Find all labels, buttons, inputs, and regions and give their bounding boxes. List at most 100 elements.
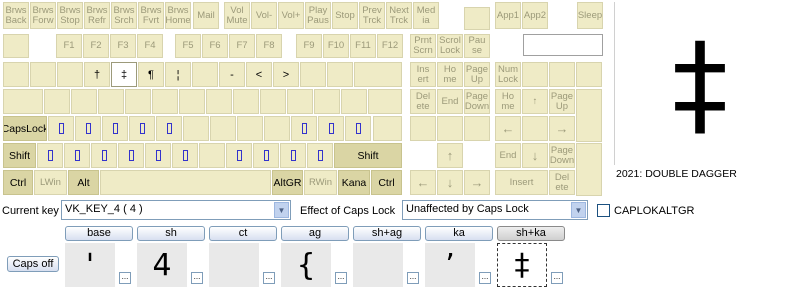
media-key[interactable]: Mail bbox=[193, 2, 219, 29]
num-lock-key[interactable]: Num Lock bbox=[495, 62, 521, 87]
letter-key[interactable] bbox=[102, 116, 128, 141]
edit-char-button[interactable]: ... bbox=[119, 272, 131, 284]
nav-top-key[interactable]: Pau se bbox=[464, 34, 490, 58]
character-cell[interactable] bbox=[209, 243, 259, 287]
kana-key[interactable]: Kana bbox=[338, 170, 370, 195]
altgr-key[interactable]: AltGR bbox=[272, 170, 303, 195]
numpad-key[interactable]: ↑ bbox=[522, 89, 548, 114]
numpad-5-key[interactable] bbox=[522, 116, 548, 141]
function-key-f7[interactable]: F7 bbox=[229, 34, 255, 58]
letter-key[interactable] bbox=[280, 143, 306, 168]
letter-key[interactable] bbox=[183, 116, 209, 141]
function-key-f5[interactable]: F5 bbox=[175, 34, 201, 58]
letter-key[interactable] bbox=[125, 89, 151, 114]
edit-char-button[interactable]: ... bbox=[335, 272, 347, 284]
letter-key[interactable] bbox=[237, 116, 263, 141]
letter-key[interactable] bbox=[233, 89, 259, 114]
numpad-low-key[interactable]: End bbox=[495, 143, 521, 168]
letter-key[interactable] bbox=[341, 89, 367, 114]
number-row-key[interactable]: † bbox=[84, 62, 110, 87]
character-cell[interactable]: { bbox=[281, 243, 331, 287]
nav-low-key[interactable]: End bbox=[437, 89, 463, 114]
nav-top-key[interactable]: Scrol Lock bbox=[437, 34, 463, 58]
caps-off-button[interactable]: Caps off bbox=[7, 256, 59, 272]
letter-key[interactable] bbox=[314, 89, 340, 114]
down-arrow-key[interactable]: ↓ bbox=[437, 170, 463, 195]
numpad-low-key[interactable]: Page Down bbox=[549, 143, 575, 168]
media-key[interactable]: Brws Srch bbox=[111, 2, 137, 29]
numpad-key[interactable] bbox=[576, 62, 602, 87]
left-win-key[interactable]: LWin bbox=[34, 170, 67, 195]
nav-mid-key[interactable]: Ins ert bbox=[410, 62, 436, 87]
enter-key[interactable] bbox=[368, 89, 402, 114]
letter-key[interactable] bbox=[199, 143, 225, 168]
caplokaltgr-checkbox[interactable] bbox=[597, 204, 610, 217]
caps-effect-select[interactable]: Unaffected by Caps Lock ▼ bbox=[402, 200, 588, 220]
numpad-key[interactable] bbox=[522, 62, 548, 87]
media-key[interactable]: Brws Fvrt bbox=[138, 2, 164, 29]
app2-key[interactable]: App2 bbox=[522, 2, 548, 29]
media-key[interactable]: Brws Forw bbox=[30, 2, 56, 29]
right-shift-key[interactable]: Shift bbox=[334, 143, 402, 168]
function-key-f8[interactable]: F8 bbox=[256, 34, 282, 58]
letter-key[interactable] bbox=[71, 89, 97, 114]
number-row-key[interactable]: ¦ bbox=[165, 62, 191, 87]
number-row-key[interactable]: ¶ bbox=[138, 62, 164, 87]
letter-key[interactable] bbox=[75, 116, 101, 141]
edit-char-button[interactable]: ... bbox=[263, 272, 275, 284]
blank-key[interactable] bbox=[437, 116, 463, 141]
right-arrow-key[interactable]: → bbox=[464, 170, 490, 195]
media-key[interactable]: Stop bbox=[332, 2, 358, 29]
left-ctrl-key[interactable]: Ctrl bbox=[3, 170, 33, 195]
letter-key[interactable] bbox=[91, 143, 117, 168]
backspace-key[interactable] bbox=[354, 62, 402, 87]
tab-sh-ag[interactable]: sh+ag bbox=[353, 226, 421, 241]
letter-key[interactable] bbox=[260, 89, 286, 114]
media-key[interactable]: Vol+ bbox=[278, 2, 304, 29]
nav-mid-key[interactable]: Ho me bbox=[437, 62, 463, 87]
letter-key[interactable] bbox=[253, 143, 279, 168]
letter-key[interactable] bbox=[318, 116, 344, 141]
media-key[interactable]: Next Trck bbox=[386, 2, 412, 29]
letter-key[interactable] bbox=[37, 143, 63, 168]
numpad-arrow-key[interactable]: ← bbox=[495, 116, 521, 141]
function-key-f10[interactable]: F10 bbox=[323, 34, 349, 58]
letter-key[interactable] bbox=[48, 116, 74, 141]
function-key-f6[interactable]: F6 bbox=[202, 34, 228, 58]
delete-key[interactable]: Del ete bbox=[549, 170, 575, 195]
media-key[interactable]: Brws Stop bbox=[57, 2, 83, 29]
edit-char-button[interactable]: ... bbox=[479, 272, 491, 284]
caps-lock-key[interactable]: CapsLock bbox=[3, 116, 47, 141]
sleep-key[interactable]: Sleep bbox=[577, 2, 603, 29]
numpad-plus-key[interactable] bbox=[576, 89, 602, 142]
number-row-key[interactable] bbox=[30, 62, 56, 87]
number-row-key[interactable] bbox=[3, 62, 29, 87]
media-key[interactable]: Brws Back bbox=[3, 2, 29, 29]
media-key[interactable]: Vol- bbox=[251, 2, 277, 29]
letter-key[interactable] bbox=[44, 89, 70, 114]
alt-key[interactable]: Alt bbox=[68, 170, 99, 195]
letter-key[interactable] bbox=[179, 89, 205, 114]
function-key-f12[interactable]: F12 bbox=[377, 34, 403, 58]
letter-key[interactable] bbox=[287, 89, 313, 114]
tab-sh[interactable]: sh bbox=[137, 226, 205, 241]
nav-low-key[interactable]: Page Down bbox=[464, 89, 490, 114]
function-key-f9[interactable]: F9 bbox=[296, 34, 322, 58]
letter-key[interactable] bbox=[210, 116, 236, 141]
number-row-key[interactable] bbox=[327, 62, 353, 87]
letter-key[interactable] bbox=[152, 89, 178, 114]
letter-key[interactable] bbox=[64, 143, 90, 168]
up-arrow-key[interactable]: ↑ bbox=[437, 143, 463, 168]
character-cell[interactable]: ʼ bbox=[425, 243, 475, 287]
media-key[interactable]: Med ia bbox=[413, 2, 439, 29]
letter-key[interactable] bbox=[145, 143, 171, 168]
enter-key-lower[interactable] bbox=[373, 116, 402, 141]
number-row-key[interactable]: > bbox=[273, 62, 299, 87]
left-arrow-key[interactable]: ← bbox=[410, 170, 436, 195]
edit-char-button[interactable]: ... bbox=[407, 272, 419, 284]
function-key-f2[interactable]: F2 bbox=[83, 34, 109, 58]
edit-char-button[interactable]: ... bbox=[551, 272, 563, 284]
media-key[interactable]: Prev Trck bbox=[359, 2, 385, 29]
chevron-down-icon[interactable]: ▼ bbox=[571, 202, 586, 218]
tab-ct[interactable]: ct bbox=[209, 226, 277, 241]
